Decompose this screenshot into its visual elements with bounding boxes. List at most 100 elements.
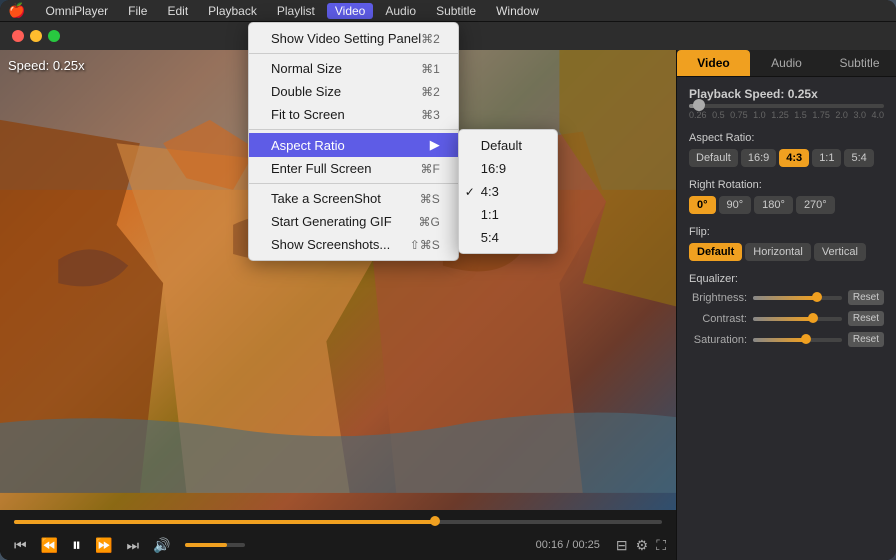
progress-track[interactable] <box>14 520 662 524</box>
app-window: 🍎 OmniPlayer File Edit Playback Playlist… <box>0 0 896 560</box>
submenu-16-9[interactable]: 16:9 <box>459 157 557 180</box>
rotation-row: Right Rotation: 0° 90° 180° 270° <box>689 179 884 214</box>
menu-fit-screen[interactable]: Fit to Screen ⌘3 <box>249 103 458 126</box>
saturation-fill <box>753 338 806 342</box>
close-button[interactable] <box>12 30 24 42</box>
settings-button[interactable]: ⚙ <box>636 537 649 554</box>
ratio-4-3-button[interactable]: 4:3 <box>779 149 809 167</box>
menu-double-size[interactable]: Double Size ⌘2 <box>249 80 458 103</box>
menu-aspect-ratio[interactable]: Aspect Ratio ▶ Default 16:9 ✓ 4:3 1:1 <box>249 133 458 157</box>
progress-fill <box>14 520 435 524</box>
progress-row <box>10 510 666 530</box>
contrast-fill <box>753 317 813 321</box>
submenu-5-4[interactable]: 5:4 <box>459 226 557 249</box>
menubar-video[interactable]: Video <box>327 3 373 19</box>
menu-fullscreen[interactable]: Enter Full Screen ⌘F <box>249 157 458 180</box>
saturation-thumb <box>801 334 811 344</box>
settings-content: Playback Speed: 0.25x 0.26 0.5 0.75 1.0 … <box>677 77 896 560</box>
equalizer-label: Equalizer: <box>689 273 884 285</box>
menu-sep-2 <box>249 129 458 130</box>
submenu-1-1[interactable]: 1:1 <box>459 203 557 226</box>
contrast-label: Contrast: <box>689 313 747 325</box>
aspect-ratio-label: Aspect Ratio: <box>689 132 884 144</box>
flip-horizontal-button[interactable]: Horizontal <box>745 243 811 261</box>
tab-video[interactable]: Video <box>677 50 750 76</box>
ratio-default-button[interactable]: Default <box>689 149 738 167</box>
video-menu-container: Show Video Setting Panel ⌘2 Normal Size … <box>248 22 459 261</box>
rotation-90-button[interactable]: 90° <box>719 196 752 214</box>
menu-normal-size[interactable]: Normal Size ⌘1 <box>249 57 458 80</box>
menu-sep-1 <box>249 53 458 54</box>
menu-show-screenshots[interactable]: Show Screenshots... ⇧⌘S <box>249 233 458 256</box>
menubar-subtitle[interactable]: Subtitle <box>428 3 484 19</box>
flip-row: Flip: Default Horizontal Vertical <box>689 226 884 261</box>
speed-slider-container[interactable] <box>689 104 884 108</box>
submenu-4-3[interactable]: ✓ 4:3 <box>459 180 557 203</box>
contrast-track[interactable] <box>753 317 842 321</box>
volume-button[interactable]: 🔊 <box>149 535 174 556</box>
volume-track[interactable] <box>185 543 245 547</box>
aspect-ratio-row: Aspect Ratio: Default 16:9 4:3 1:1 5:4 <box>689 132 884 167</box>
menubar-file[interactable]: File <box>120 3 155 19</box>
right-icons: ⊟ ⚙ ⛶ <box>616 537 666 554</box>
menubar-audio[interactable]: Audio <box>377 3 424 19</box>
aspect-ratio-buttons: Default 16:9 4:3 1:1 5:4 <box>689 149 884 167</box>
rotation-buttons: 0° 90° 180° 270° <box>689 196 884 214</box>
menubar-playlist[interactable]: Playlist <box>269 3 323 19</box>
menubar: 🍎 OmniPlayer File Edit Playback Playlist… <box>0 0 896 22</box>
fullscreen-button[interactable]: ⛶ <box>656 537 666 554</box>
progress-thumb <box>430 516 440 526</box>
saturation-label: Saturation: <box>689 334 747 346</box>
flip-buttons: Default Horizontal Vertical <box>689 243 884 261</box>
volume-fill <box>185 543 227 547</box>
rotation-270-button[interactable]: 270° <box>796 196 835 214</box>
flip-default-button[interactable]: Default <box>689 243 742 261</box>
play-pause-button[interactable]: ⏸ <box>68 533 85 558</box>
controls-bar: ⏮ ⏪ ⏸ ⏩ ⏭ 🔊 00:16 / 00:25 ⊟ ⚙ ⛶ <box>0 510 676 560</box>
rotation-0-button[interactable]: 0° <box>689 196 716 214</box>
apple-menu[interactable]: 🍎 <box>8 2 25 19</box>
speed-label: Speed: 0.25x <box>8 58 85 73</box>
menubar-edit[interactable]: Edit <box>159 3 196 19</box>
settings-panel: Video Audio Subtitle Playback Speed: 0.2… <box>676 50 896 560</box>
menubar-playback[interactable]: Playback <box>200 3 265 19</box>
flip-label: Flip: <box>689 226 884 238</box>
flip-vertical-button[interactable]: Vertical <box>814 243 866 261</box>
rotation-label: Right Rotation: <box>689 179 884 191</box>
brightness-label: Brightness: <box>689 292 747 304</box>
contrast-row: Contrast: Reset <box>689 311 884 326</box>
rotation-180-button[interactable]: 180° <box>754 196 793 214</box>
saturation-track[interactable] <box>753 338 842 342</box>
menu-show-video-setting[interactable]: Show Video Setting Panel ⌘2 <box>249 27 458 50</box>
brightness-reset[interactable]: Reset <box>848 290 884 305</box>
brightness-row: Brightness: Reset <box>689 290 884 305</box>
menu-sep-3 <box>249 183 458 184</box>
ratio-1-1-button[interactable]: 1:1 <box>812 149 841 167</box>
brightness-track[interactable] <box>753 296 842 300</box>
time-display: 00:16 / 00:25 <box>536 539 600 551</box>
ratio-5-4-button[interactable]: 5:4 <box>844 149 873 167</box>
saturation-row: Saturation: Reset <box>689 332 884 347</box>
skip-back-button[interactable]: ⏮ <box>10 535 31 556</box>
fast-forward-button[interactable]: ⏩ <box>91 535 116 556</box>
skip-forward-button[interactable]: ⏭ <box>122 535 143 556</box>
ratio-16-9-button[interactable]: 16:9 <box>741 149 776 167</box>
menubar-omniplayer[interactable]: OmniPlayer <box>37 3 116 19</box>
menu-gif[interactable]: Start Generating GIF ⌘G <box>249 210 458 233</box>
contrast-reset[interactable]: Reset <box>848 311 884 326</box>
menubar-window[interactable]: Window <box>488 3 547 19</box>
subtitles-button[interactable]: ⊟ <box>616 537 628 554</box>
settings-tabs: Video Audio Subtitle <box>677 50 896 77</box>
maximize-button[interactable] <box>48 30 60 42</box>
speed-slider-track <box>689 104 884 108</box>
tab-audio[interactable]: Audio <box>750 50 823 76</box>
video-dropdown-menu: Show Video Setting Panel ⌘2 Normal Size … <box>248 22 459 261</box>
speed-marks: 0.26 0.5 0.75 1.0 1.25 1.5 1.75 2.0 3.0 … <box>689 110 884 120</box>
menu-screenshot[interactable]: Take a ScreenShot ⌘S <box>249 187 458 210</box>
tab-subtitle[interactable]: Subtitle <box>823 50 896 76</box>
saturation-reset[interactable]: Reset <box>848 332 884 347</box>
rewind-button[interactable]: ⏪ <box>37 535 62 556</box>
equalizer-row: Equalizer: Brightness: Reset Contrast: <box>689 273 884 347</box>
minimize-button[interactable] <box>30 30 42 42</box>
submenu-default[interactable]: Default <box>459 134 557 157</box>
